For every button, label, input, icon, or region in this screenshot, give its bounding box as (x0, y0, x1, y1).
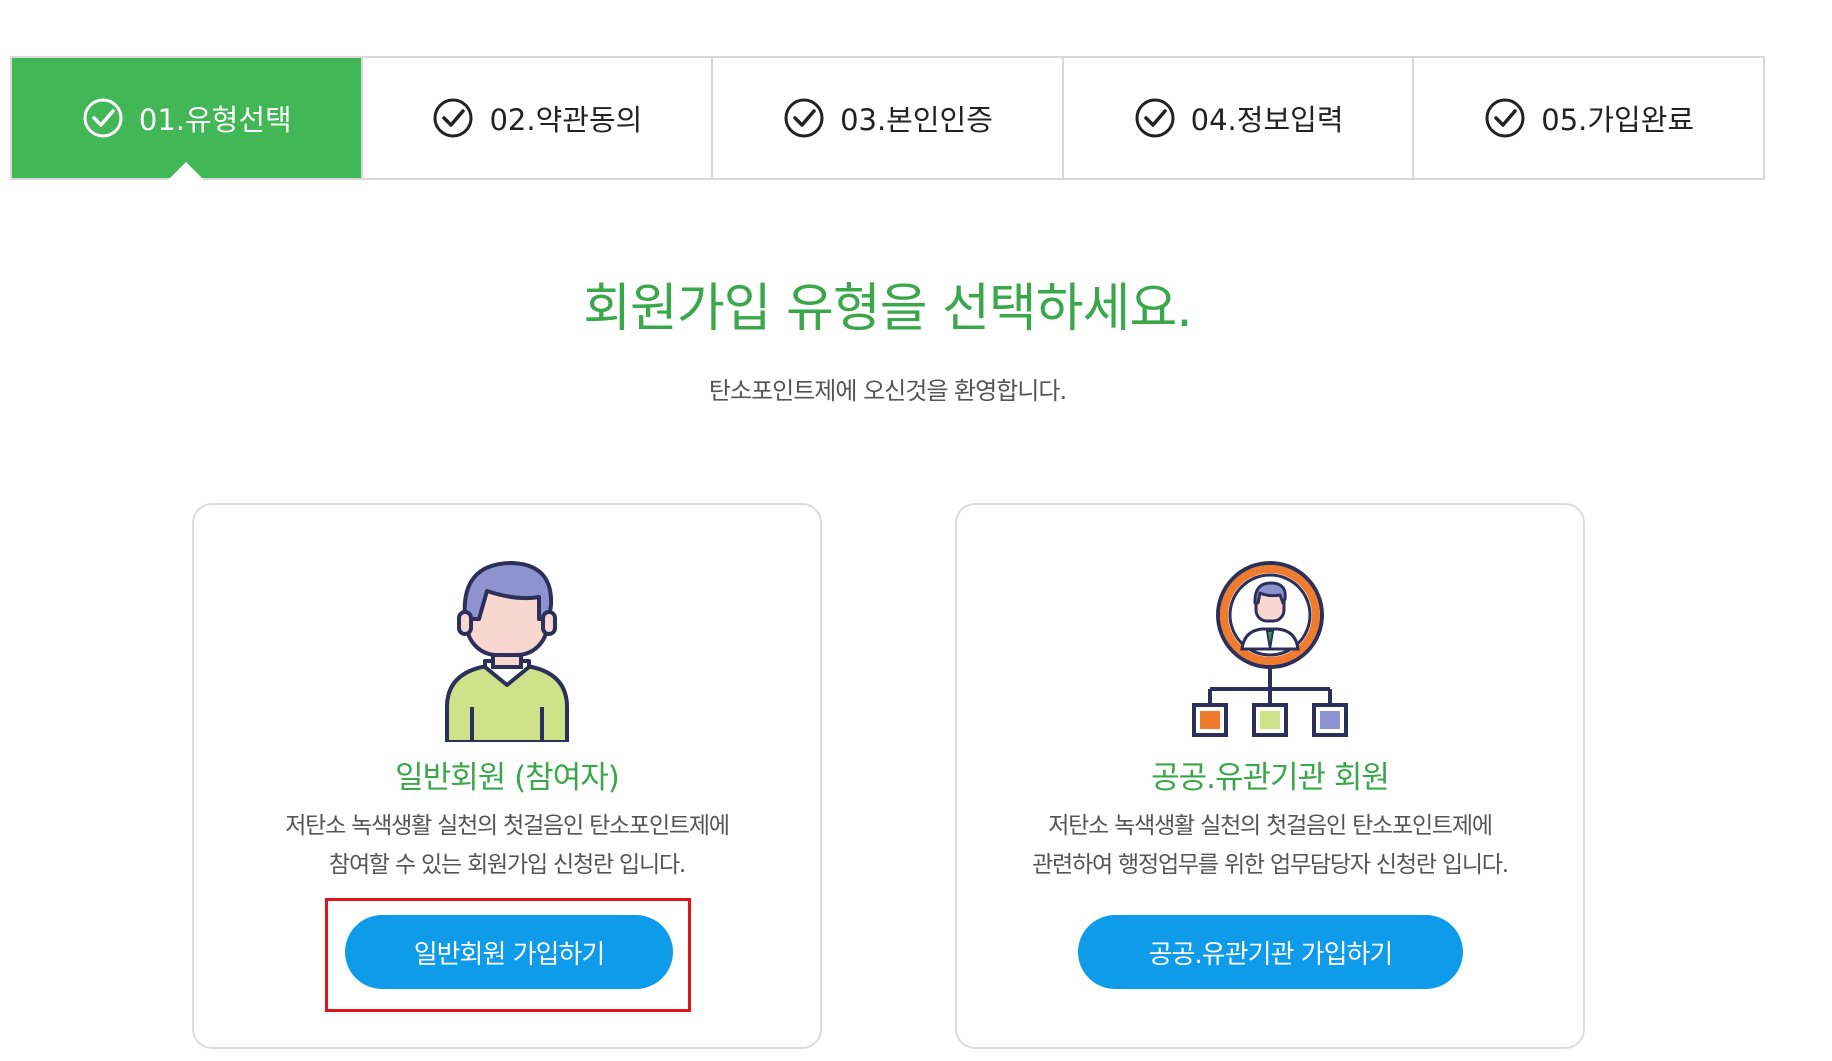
page-title: 회원가입 유형을 선택하세요. (583, 279, 1193, 339)
check-circle-icon (1133, 96, 1177, 140)
general-member-title: 일반회원 (참여자) (395, 760, 620, 796)
general-desc-line2: 참여할 수 있는 회원가입 신청란 입니다. (328, 852, 686, 878)
step-05-signup-complete[interactable]: 05.가입완료 (1412, 58, 1763, 178)
public-institution-title: 공공.유관기관 회원 (1151, 760, 1390, 796)
step-label: 01.유형선택 (138, 103, 292, 137)
check-circle-icon (1483, 96, 1527, 140)
step-label: 02.약관동의 (489, 103, 643, 137)
page-subtitle: 탄소포인트제에 오신것을 환영합니다. (708, 377, 1067, 405)
step-04-info-input[interactable]: 04.정보입력 (1061, 58, 1413, 178)
organization-chart-icon (1192, 561, 1348, 737)
step-label: 03.본인인증 (840, 103, 993, 137)
step-01-type-select[interactable]: 01.유형선택 (12, 58, 361, 178)
public-desc-line2: 관련하여 행정업무를 위한 업무담당자 신청란 입니다. (1032, 852, 1509, 878)
step-label: 04.정보입력 (1190, 103, 1344, 137)
signup-type-page: 01.유형선택 02.약관동의 03.본인인증 04.정보입력 05.가입완료 (0, 0, 1832, 1061)
step-03-identity-verify[interactable]: 03.본인인증 (711, 58, 1062, 178)
step-label: 05.가입완료 (1541, 103, 1695, 137)
general-desc-line1: 저탄소 녹색생활 실천의 첫걸음인 탄소포인트제에 (285, 813, 730, 839)
general-member-description: 저탄소 녹색생활 실천의 첫걸음인 탄소포인트제에 참여할 수 있는 회원가입 … (194, 807, 820, 885)
step-02-terms-agree[interactable]: 02.약관동의 (360, 58, 712, 178)
public-institution-card: 공공.유관기관 회원 저탄소 녹색생활 실천의 첫걸음인 탄소포인트제에 관련하… (955, 503, 1585, 1049)
person-icon (445, 561, 569, 742)
highlight-annotation-box (325, 898, 691, 1012)
public-desc-line1: 저탄소 녹색생활 실천의 첫걸음인 탄소포인트제에 (1048, 813, 1493, 839)
public-institution-description: 저탄소 녹색생활 실천의 첫걸음인 탄소포인트제에 관련하여 행정업무를 위한 … (957, 807, 1583, 885)
check-circle-icon (81, 96, 125, 140)
check-circle-icon (431, 96, 475, 140)
public-institution-join-button[interactable]: 공공.유관기관 가입하기 (1078, 915, 1463, 989)
check-circle-icon (782, 96, 826, 140)
signup-steps-bar: 01.유형선택 02.약관동의 03.본인인증 04.정보입력 05.가입완료 (10, 56, 1765, 180)
